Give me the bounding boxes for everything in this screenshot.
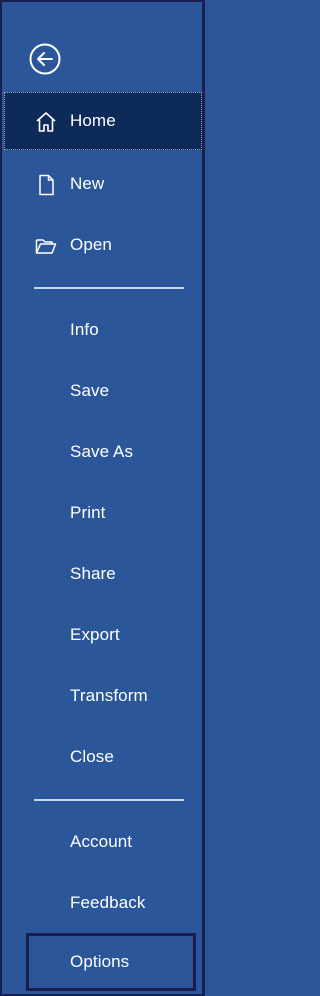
nav-item-label: New — [70, 174, 105, 193]
nav-item-label: Print — [70, 503, 106, 522]
nav-item-save-as[interactable]: Save As — [4, 423, 202, 481]
open-folder-icon — [34, 234, 58, 258]
nav-item-label: Save As — [70, 442, 134, 461]
nav-item-label: Close — [70, 747, 114, 766]
home-icon — [34, 110, 58, 134]
nav-item-save[interactable]: Save — [4, 362, 202, 420]
new-document-icon — [34, 173, 58, 197]
nav-item-feedback[interactable]: Feedback — [4, 874, 202, 932]
nav-item-share[interactable]: Share — [4, 545, 202, 603]
nav-item-label: Info — [70, 320, 99, 339]
nav-item-info[interactable]: Info — [4, 301, 202, 359]
back-arrow-icon — [29, 43, 61, 75]
nav-item-open[interactable]: Open — [4, 216, 202, 274]
nav-item-close[interactable]: Close — [4, 728, 202, 786]
nav-item-label: Share — [70, 564, 116, 583]
nav-item-label: Export — [70, 625, 120, 644]
backstage-nav-panel: Home New Open Info Save Save As Print Sh… — [0, 0, 205, 996]
nav-item-label: Options — [70, 952, 130, 971]
nav-item-transform[interactable]: Transform — [4, 667, 202, 725]
nav-item-options[interactable]: Options — [26, 933, 196, 991]
nav-item-export[interactable]: Export — [4, 606, 202, 664]
nav-item-home[interactable]: Home — [4, 92, 202, 150]
nav-item-label: Home — [70, 111, 116, 130]
nav-item-account[interactable]: Account — [4, 813, 202, 871]
back-button[interactable] — [28, 42, 62, 76]
nav-item-new[interactable]: New — [4, 155, 202, 213]
nav-item-print[interactable]: Print — [4, 484, 202, 542]
divider — [34, 287, 184, 289]
nav-item-label: Open — [70, 235, 112, 254]
divider — [34, 799, 184, 801]
nav-item-label: Save — [70, 381, 110, 400]
nav-item-label: Account — [70, 832, 133, 851]
nav-item-label: Transform — [70, 686, 148, 705]
nav-item-label: Feedback — [70, 893, 146, 912]
